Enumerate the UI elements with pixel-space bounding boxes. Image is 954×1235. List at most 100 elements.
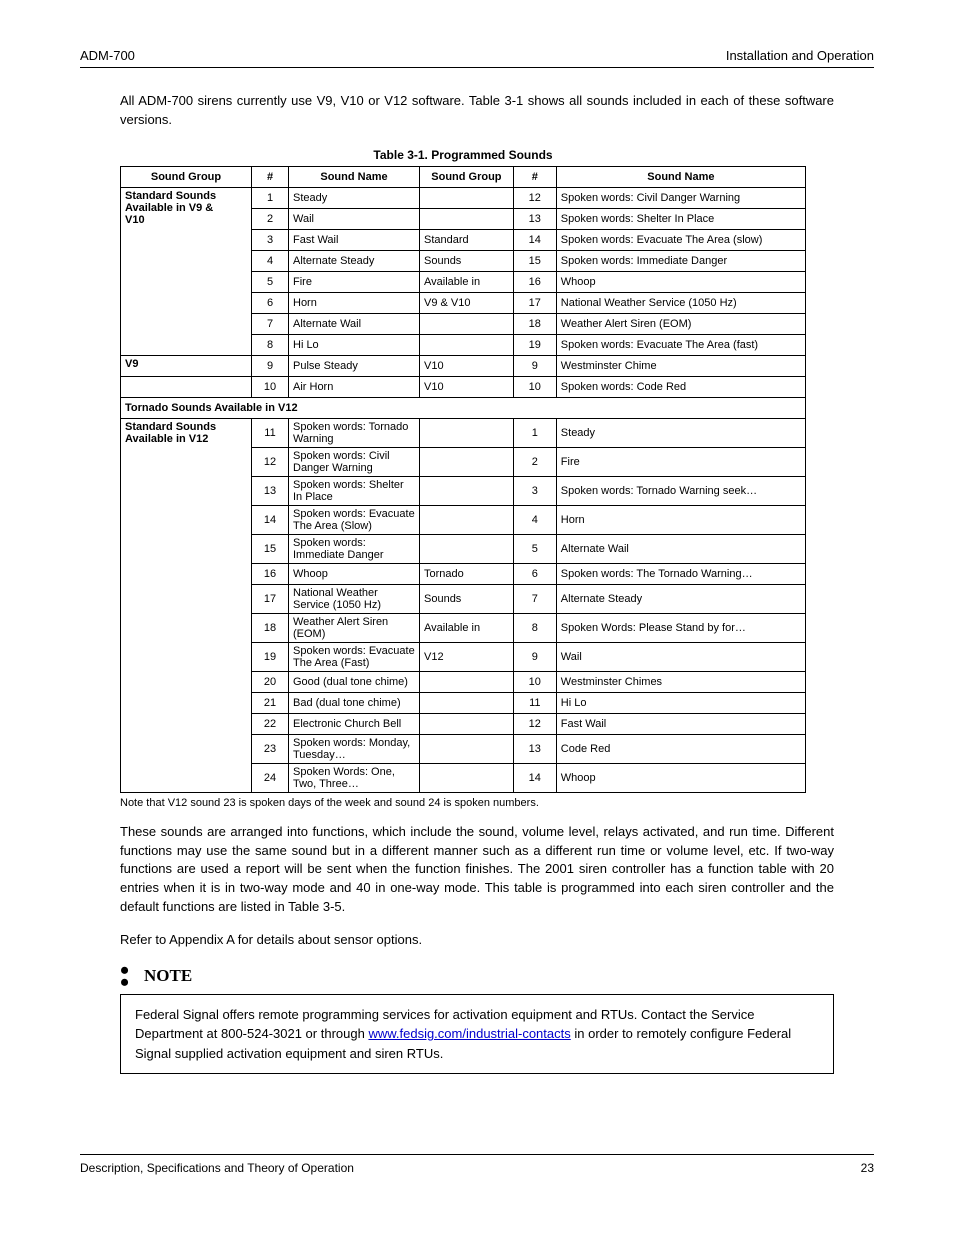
- table-cell: 14: [252, 505, 289, 534]
- table-cell: V12: [420, 642, 514, 671]
- table-cell: 10: [513, 376, 556, 397]
- table-cell: Tornado Sounds Available in V12: [121, 397, 806, 418]
- table-cell: [420, 534, 514, 563]
- table-cell: [420, 713, 514, 734]
- table-cell: 9: [513, 355, 556, 376]
- table-cell: 21: [252, 692, 289, 713]
- table-cell: 1: [513, 418, 556, 447]
- table-cell: 5: [252, 271, 289, 292]
- table-cell: [121, 376, 252, 397]
- table-cell: 6: [252, 292, 289, 313]
- table-cell: 22: [252, 713, 289, 734]
- table-cell: National Weather Service (1050 Hz): [289, 584, 420, 613]
- table-cell: Spoken words: Evacuate The Area (Fast): [289, 642, 420, 671]
- table-cell: Spoken words: Evacuate The Area (fast): [556, 334, 805, 355]
- table-cell: 7: [252, 313, 289, 334]
- table-cell: Bad (dual tone chime): [289, 692, 420, 713]
- table-cell: Spoken words: Civil Danger Warning: [556, 187, 805, 208]
- table-cell: 19: [513, 334, 556, 355]
- table-cell: 14: [513, 229, 556, 250]
- table-footnote: Note that V12 sound 23 is spoken days of…: [120, 797, 834, 809]
- table-cell: Hi Lo: [556, 692, 805, 713]
- table-cell: Whoop: [289, 563, 420, 584]
- table-cell: 18: [252, 613, 289, 642]
- table-cell: [420, 734, 514, 763]
- table-cell: Horn: [289, 292, 420, 313]
- table-cell: Spoken Words: Please Stand by for…: [556, 613, 805, 642]
- table-cell: 3: [513, 476, 556, 505]
- table-cell: Weather Alert Siren (EOM): [289, 613, 420, 642]
- table-cell: [420, 313, 514, 334]
- table-cell: Steady: [289, 187, 420, 208]
- table-cell: 13: [513, 734, 556, 763]
- note-title: NOTE: [144, 966, 192, 986]
- note-link[interactable]: www.fedsig.com/industrial-contacts: [368, 1026, 570, 1041]
- footer-right: 23: [861, 1161, 874, 1175]
- table-cell: Whoop: [556, 271, 805, 292]
- table-cell: 13: [252, 476, 289, 505]
- col-head: Sound Group: [121, 166, 252, 187]
- table-cell: 3: [252, 229, 289, 250]
- table-cell: Westminster Chime: [556, 355, 805, 376]
- table-cell: Hi Lo: [289, 334, 420, 355]
- table-cell: Spoken words: Tornado Warning seek…: [556, 476, 805, 505]
- table-cell: [420, 447, 514, 476]
- table-cell: Standard SoundsAvailable in V12: [121, 418, 252, 792]
- table-cell: Fast Wail: [556, 713, 805, 734]
- table-cell: Spoken words: Evacuate The Area (slow): [556, 229, 805, 250]
- table-cell: Fire: [556, 447, 805, 476]
- table-cell: Alternate Wail: [556, 534, 805, 563]
- footer: Description, Specifications and Theory o…: [80, 1154, 874, 1175]
- table-cell: Spoken words: Tornado Warning: [289, 418, 420, 447]
- table-cell: Standard: [420, 229, 514, 250]
- table-cell: 16: [513, 271, 556, 292]
- table-cell: Horn: [556, 505, 805, 534]
- col-head: Sound Name: [289, 166, 420, 187]
- table-cell: 4: [513, 505, 556, 534]
- col-head: Sound Name: [556, 166, 805, 187]
- footer-left: Description, Specifications and Theory o…: [80, 1161, 354, 1175]
- table-cell: 24: [252, 763, 289, 792]
- table-cell: 1: [252, 187, 289, 208]
- table-cell: 2: [252, 208, 289, 229]
- table-cell: Spoken words: Evacuate The Area (Slow): [289, 505, 420, 534]
- table-cell: Available in: [420, 613, 514, 642]
- table-cell: Available in: [420, 271, 514, 292]
- table-cell: V9 & V10: [420, 292, 514, 313]
- table-cell: Fire: [289, 271, 420, 292]
- table-cell: Spoken Words: One, Two, Three…: [289, 763, 420, 792]
- header-left: ADM-700: [80, 48, 135, 63]
- table-cell: 12: [513, 187, 556, 208]
- table-cell: 2: [513, 447, 556, 476]
- table-cell: Spoken words: Shelter In Place: [556, 208, 805, 229]
- body-para: These sounds are arranged into functions…: [120, 823, 834, 917]
- table-cell: Steady: [556, 418, 805, 447]
- table-cell: 11: [252, 418, 289, 447]
- table-cell: 14: [513, 763, 556, 792]
- header-right: Installation and Operation: [726, 48, 874, 63]
- table-cell: 8: [513, 613, 556, 642]
- table-cell: 15: [513, 250, 556, 271]
- table-cell: 10: [252, 376, 289, 397]
- table-cell: 6: [513, 563, 556, 584]
- table-cell: Alternate Steady: [556, 584, 805, 613]
- table-cell: Whoop: [556, 763, 805, 792]
- table-cell: Electronic Church Bell: [289, 713, 420, 734]
- table-cell: [420, 418, 514, 447]
- table-cell: 20: [252, 671, 289, 692]
- table-cell: Westminster Chimes: [556, 671, 805, 692]
- intro-text: All ADM-700 sirens currently use V9, V10…: [120, 92, 834, 130]
- table-cell: 12: [513, 713, 556, 734]
- table-cell: Fast Wail: [289, 229, 420, 250]
- table-cell: Wail: [289, 208, 420, 229]
- table-cell: Spoken words: Shelter In Place: [289, 476, 420, 505]
- table-cell: [420, 476, 514, 505]
- table-cell: Sounds: [420, 250, 514, 271]
- table-cell: 23: [252, 734, 289, 763]
- table-cell: 12: [252, 447, 289, 476]
- table-cell: Standard SoundsAvailable in V9 &V10: [121, 187, 252, 355]
- table-cell: Wail: [556, 642, 805, 671]
- table-cell: 10: [513, 671, 556, 692]
- table-cell: V10: [420, 376, 514, 397]
- table-cell: V10: [420, 355, 514, 376]
